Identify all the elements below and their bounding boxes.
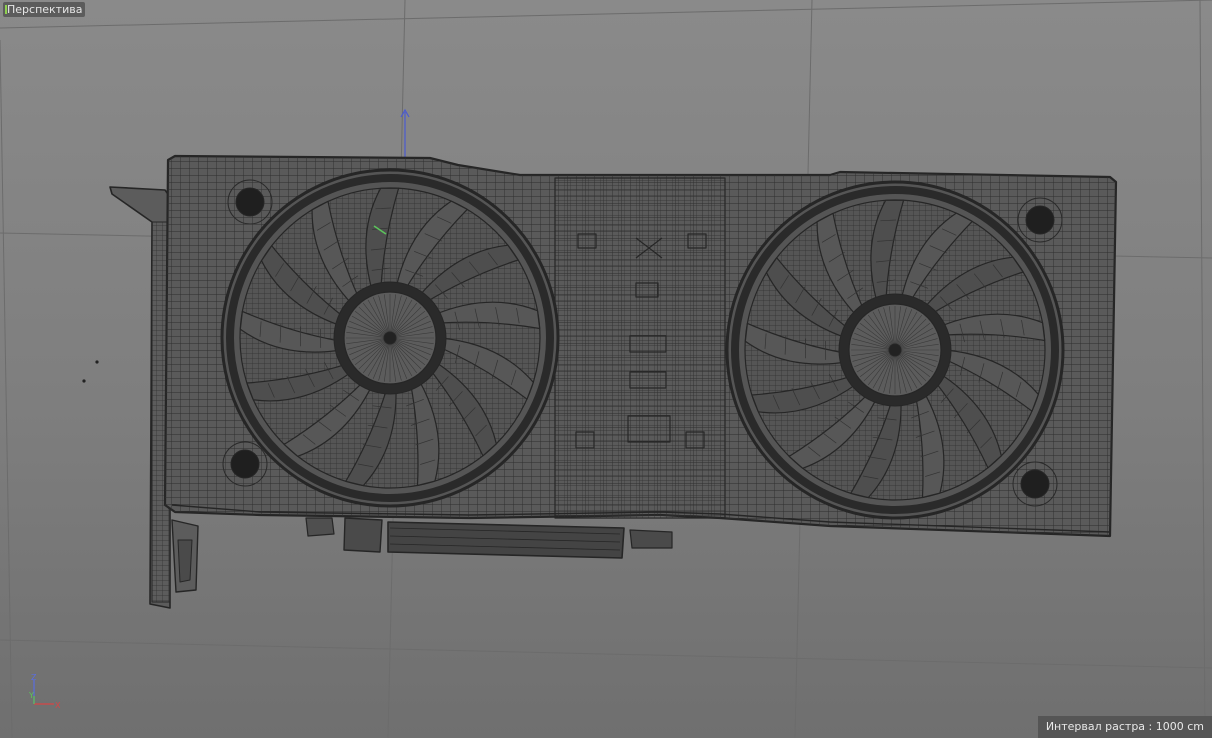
axis-gizmo: Z Y X [28, 673, 61, 710]
view-name-label[interactable]: Перспектива [3, 2, 86, 17]
screw [1025, 205, 1055, 235]
screw [1020, 469, 1050, 499]
grid-interval-status: Интервал растра : 1000 cm [1037, 716, 1212, 738]
y-axis-label: Y [28, 691, 34, 700]
3d-viewport[interactable]: Перспектива Z Y X Интервал растра : 1000… [0, 0, 1212, 738]
x-axis-label: X [55, 701, 61, 710]
gpu-model [109, 154, 1118, 609]
screw [230, 449, 260, 479]
pcie-connector [305, 517, 673, 559]
fan-left [220, 168, 560, 508]
z-axis-label: Z [31, 673, 37, 682]
stray-points [82, 360, 99, 383]
grid-line [1199, 0, 1206, 738]
center-plate [554, 177, 726, 519]
grid-line [0, 0, 1212, 29]
fan-right [725, 180, 1065, 520]
screw [235, 187, 265, 217]
grid-line [0, 39, 13, 738]
grid-line [0, 639, 1212, 669]
scene-canvas[interactable] [0, 0, 1212, 738]
